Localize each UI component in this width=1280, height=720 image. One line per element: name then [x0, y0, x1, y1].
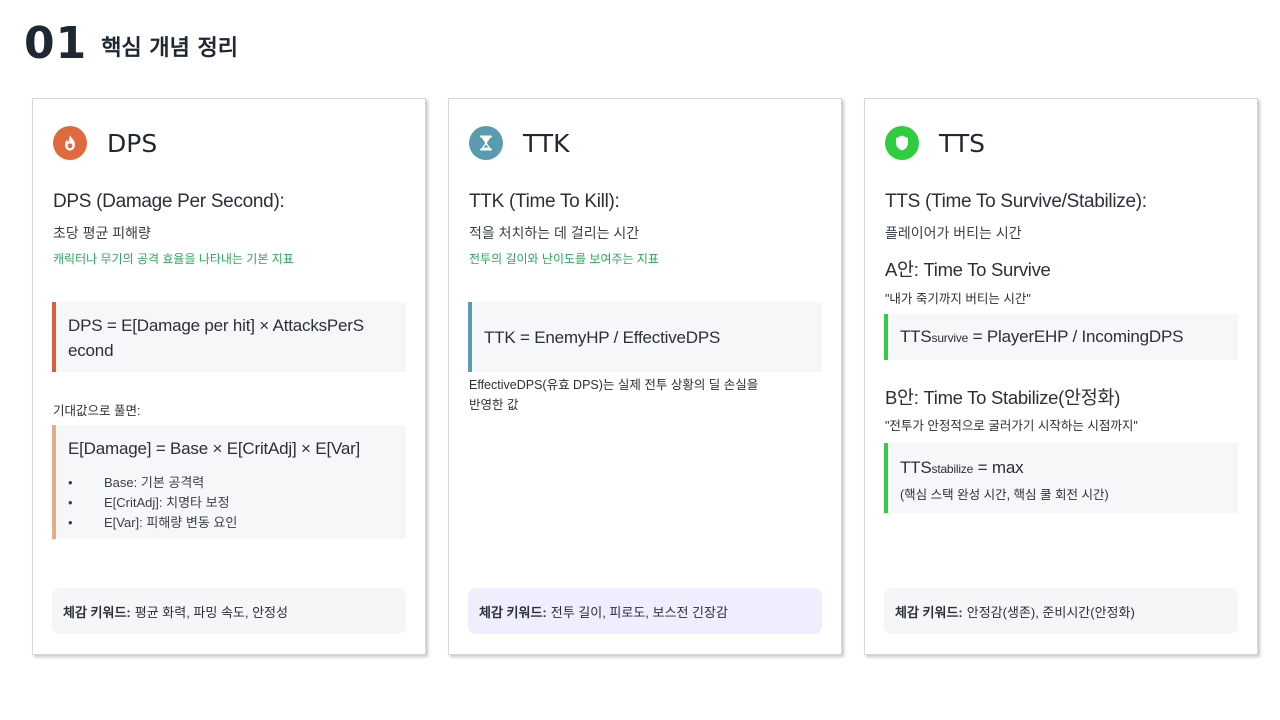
tts-card: TTS TTS (Time To Survive/Stabilize): 플레이…	[864, 98, 1258, 655]
option-a-quote: "내가 죽기까지 버티는 시간"	[885, 292, 1031, 306]
list-item: • Base: 기본 공격력	[68, 475, 205, 490]
definition-meaning: 플레이어가 버티는 시간	[885, 225, 1022, 241]
tts-card-header: TTS	[885, 126, 985, 160]
option-a-formula-box: TTSsurvive = PlayerEHP / IncomingDPS	[884, 314, 1238, 360]
definition-note: 캐릭터나 무기의 공격 효율을 나타내는 기본 지표	[53, 252, 294, 266]
formula-terms-list: • Base: 기본 공격력 • E[CritAdj]: 치명타 보정 • E[Var…	[68, 473, 394, 533]
ttk-formula: TTK = EnemyHP / EffectiveDPS	[484, 327, 721, 347]
option-b-formula-box: TTSstabilize = max (핵심 스택 완성 시간, 핵심 쿨 회전…	[884, 443, 1238, 513]
slide-header: 01 핵심 개념 정리	[24, 17, 238, 69]
section-number: 01	[24, 17, 88, 69]
explanation-line1: EffectiveDPS(유효 DPS)는 실제 전투 상황의 딜 손실을	[469, 378, 759, 392]
option-b-formula-note: (핵심 스택 완성 시간, 핵심 쿨 회전 시간)	[900, 488, 1109, 502]
definition-heading: TTS (Time To Survive/Stabilize):	[885, 191, 1147, 212]
expand-label: 기대값으로 풀면:	[53, 404, 141, 418]
card-title: DPS	[107, 128, 158, 158]
option-a-title: A안: Time To Survive	[885, 259, 1051, 280]
card-title: TTK	[523, 128, 570, 158]
card-title: TTS	[939, 128, 985, 158]
ttk-card: TTK TTK (Time To Kill): 적을 처치하는 데 걸리는 시간…	[448, 98, 842, 655]
keyword-values: 전투 길이, 피로도, 보스전 긴장감	[550, 604, 728, 620]
option-b-formula: TTSstabilize = max	[900, 458, 1024, 477]
fire-icon	[53, 126, 87, 160]
option-b-title: B안: Time To Stabilize(안정화)	[885, 387, 1121, 408]
expanded-formula: E[Damage] = Base × E[CritAdj] × E[Var]	[68, 439, 361, 458]
keyword-box: 체감 키워드: 전투 길이, 피로도, 보스전 긴장감	[468, 588, 822, 634]
keyword-values: 안정감(생존), 준비시간(안정화)	[966, 604, 1135, 620]
definition-meaning: 적을 처치하는 데 걸리는 시간	[469, 225, 640, 241]
dps-formula-line1: DPS = E[Damage per hit] × AttacksPerS	[68, 316, 364, 335]
definition-heading: TTK (Time To Kill):	[469, 191, 620, 212]
dps-card-header: DPS	[53, 126, 157, 160]
keyword-label: 체감 키워드:	[479, 604, 547, 620]
keyword-label: 체감 키워드:	[63, 604, 131, 620]
section-title: 핵심 개념 정리	[101, 36, 238, 61]
option-a-formula: TTSsurvive = PlayerEHP / IncomingDPS	[900, 326, 1184, 346]
shield-icon	[885, 126, 919, 160]
definition-meaning: 초당 평균 피해량	[53, 225, 151, 241]
list-item: • E[CritAdj]: 치명타 보정	[68, 495, 230, 510]
keyword-label: 체감 키워드:	[895, 604, 963, 620]
keyword-box: 체감 키워드: 안정감(생존), 준비시간(안정화)	[884, 588, 1238, 634]
explanation-line2: 반영한 값	[469, 398, 519, 412]
dps-card: DPS DPS (Damage Per Second): 초당 평균 피해량 캐…	[32, 98, 426, 655]
option-b-quote: "전투가 안정적으로 굴러가기 시작하는 시점까지"	[885, 419, 1138, 433]
list-item: • E[Var]: 피해량 변동 요인	[68, 515, 238, 530]
expanded-formula-box: E[Damage] = Base × E[CritAdj] × E[Var] •…	[52, 425, 406, 539]
definition-note: 전투의 길이와 난이도를 보여주는 지표	[469, 252, 659, 266]
ttk-card-header: TTK	[469, 126, 570, 160]
dps-formula-line2: econd	[68, 341, 114, 360]
effective-dps-explanation: EffectiveDPS(유효 DPS)는 실제 전투 상황의 딜 손실을 반영…	[469, 375, 758, 415]
formula-box: TTK = EnemyHP / EffectiveDPS	[468, 302, 822, 372]
definition-heading: DPS (Damage Per Second):	[53, 191, 285, 212]
hourglass-icon	[469, 126, 503, 160]
formula-box: DPS = E[Damage per hit] × AttacksPerS ec…	[52, 302, 406, 372]
dps-formula: DPS = E[Damage per hit] × AttacksPerS ec…	[68, 313, 394, 363]
keyword-values: 평균 화력, 파밍 속도, 안정성	[134, 604, 288, 620]
keyword-box: 체감 키워드: 평균 화력, 파밍 속도, 안정성	[52, 588, 406, 634]
